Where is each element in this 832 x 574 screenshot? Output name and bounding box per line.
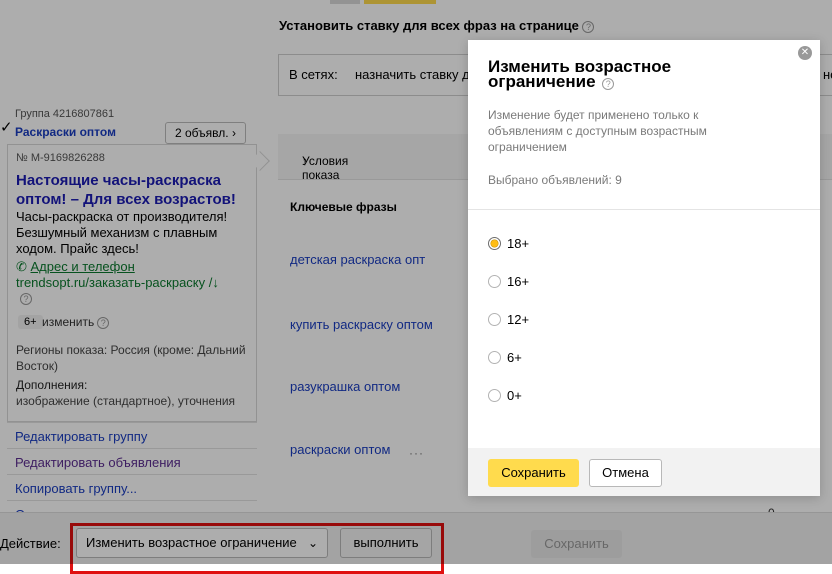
divider <box>468 209 820 210</box>
age-option-label: 0+ <box>507 388 522 403</box>
radio-icon[interactable] <box>488 275 501 288</box>
radio-icon[interactable] <box>488 389 501 402</box>
modal-title: Изменить возрастное ограничение ? <box>488 57 718 91</box>
modal-title-text: Изменить возрастное ограничение <box>488 57 672 91</box>
age-restriction-modal: ✕ Изменить возрастное ограничение ? Изме… <box>468 40 820 496</box>
selected-ads-count: Выбрано объявлений: 9 <box>488 173 622 187</box>
modal-footer: Сохранить Отмена <box>468 448 820 496</box>
radio-selected-icon[interactable] <box>488 237 501 250</box>
modal-cancel-button[interactable]: Отмена <box>589 459 662 487</box>
age-option-label: 18+ <box>507 236 530 251</box>
modal-description: Изменение будет применено только к объяв… <box>488 108 707 154</box>
age-option-label: 12+ <box>507 312 530 327</box>
age-option-label: 6+ <box>507 350 522 365</box>
age-option-label: 16+ <box>507 274 530 289</box>
radio-icon[interactable] <box>488 313 501 326</box>
modal-save-button[interactable]: Сохранить <box>488 459 579 487</box>
help-icon[interactable]: ? <box>602 78 615 90</box>
radio-icon[interactable] <box>488 351 501 364</box>
close-icon[interactable]: ✕ <box>798 46 812 60</box>
